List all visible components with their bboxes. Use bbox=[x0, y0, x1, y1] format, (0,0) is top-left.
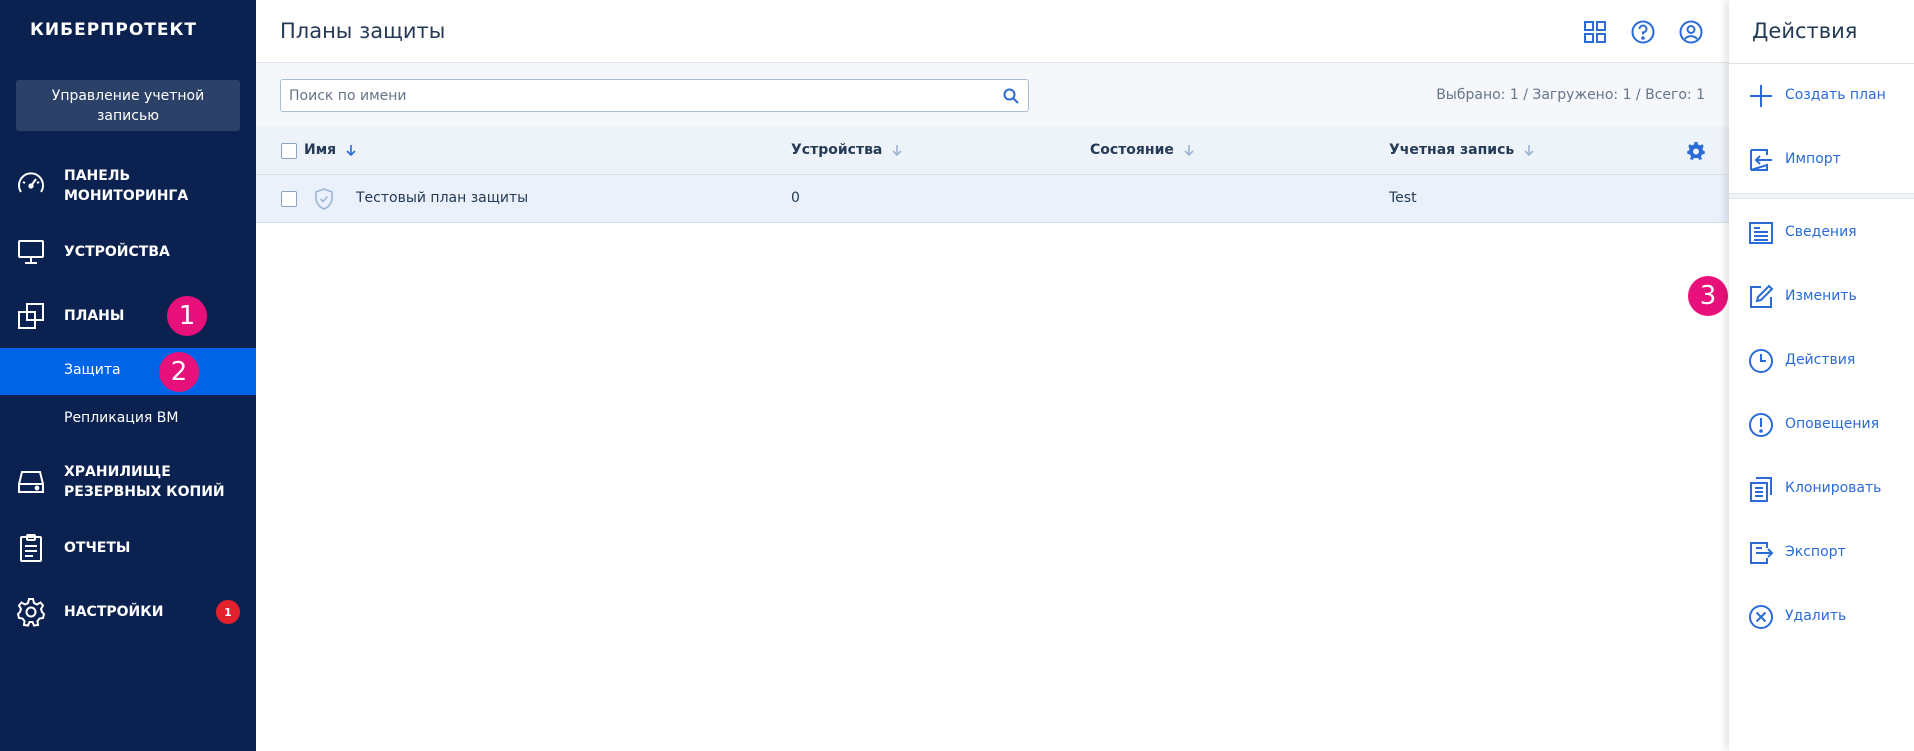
header: Планы защиты bbox=[256, 0, 1729, 63]
logo: КИБЕРПРОТЕКТ bbox=[30, 20, 197, 40]
clock-icon bbox=[1749, 349, 1773, 373]
action-details-label: Сведения bbox=[1785, 224, 1857, 240]
delete-icon bbox=[1749, 605, 1773, 629]
annotation-marker-1: 1 bbox=[167, 296, 207, 336]
nav-reports[interactable]: ОТЧЕТЫ bbox=[0, 532, 256, 564]
action-alerts[interactable]: Оповещения bbox=[1729, 403, 1914, 447]
column-header-devices-label: Устройства bbox=[791, 142, 883, 158]
row-checkbox[interactable] bbox=[281, 191, 297, 207]
apps-grid-icon[interactable] bbox=[1582, 19, 1608, 45]
annotation-marker-3: 3 bbox=[1688, 276, 1728, 316]
toolbar: Выбрано: 1 / Загружено: 1 / Всего: 1 bbox=[256, 63, 1729, 127]
select-all-checkbox[interactable] bbox=[281, 143, 297, 159]
selection-counter: Выбрано: 1 / Загружено: 1 / Всего: 1 bbox=[1436, 87, 1705, 103]
alert-icon bbox=[1749, 413, 1773, 437]
nav-monitoring[interactable]: ПАНЕЛЬ МОНИТОРИНГА bbox=[0, 162, 256, 210]
column-header-status-label: Состояние bbox=[1090, 142, 1174, 158]
search-icon[interactable] bbox=[1002, 87, 1020, 105]
nav-storage[interactable]: ХРАНИЛИЩЕ РЕЗЕРВНЫХ КОПИЙ bbox=[0, 458, 256, 506]
shield-check-icon bbox=[315, 188, 333, 210]
nav-monitoring-label: ПАНЕЛЬ МОНИТОРИНГА bbox=[64, 168, 189, 204]
column-header-account[interactable]: Учетная запись bbox=[1389, 142, 1536, 158]
action-create-plan-label: Создать план bbox=[1785, 87, 1886, 103]
nav-plans-label: ПЛАНЫ bbox=[64, 308, 125, 324]
nav-settings[interactable]: НАСТРОЙКИ 1 bbox=[0, 596, 256, 628]
plans-stack-icon bbox=[18, 303, 44, 329]
nav-devices-label: УСТРОЙСТВА bbox=[64, 244, 170, 260]
actions-panel: Действия Создать план Импорт Сведения Из… bbox=[1729, 0, 1914, 751]
table-header: Имя Устройства Состояние Учетная запись bbox=[256, 127, 1729, 175]
export-icon bbox=[1750, 542, 1774, 564]
action-import-label: Импорт bbox=[1785, 151, 1841, 167]
action-activities-label: Действия bbox=[1785, 352, 1856, 368]
action-create-plan[interactable]: Создать план bbox=[1729, 74, 1914, 118]
column-settings-gear-icon[interactable] bbox=[1686, 141, 1706, 161]
plus-icon bbox=[1750, 85, 1772, 107]
action-import[interactable]: Импорт bbox=[1729, 138, 1914, 182]
sort-arrow-down-icon bbox=[346, 145, 356, 157]
nav-settings-label: НАСТРОЙКИ bbox=[64, 604, 164, 620]
sort-arrow-down-icon bbox=[1524, 145, 1534, 157]
actions-panel-title: Действия bbox=[1752, 19, 1858, 43]
nav-plans-protection-label: Защита bbox=[64, 362, 121, 378]
clipboard-icon bbox=[20, 534, 42, 562]
search-box bbox=[280, 79, 1029, 112]
annotation-marker-2: 2 bbox=[159, 352, 199, 392]
cell-account: Test bbox=[1389, 190, 1417, 206]
action-export-label: Экспорт bbox=[1785, 544, 1846, 560]
action-delete[interactable]: Удалить bbox=[1729, 595, 1914, 639]
nav-plans-vm-replication-label: Репликация ВМ bbox=[64, 410, 179, 426]
column-header-status[interactable]: Состояние bbox=[1090, 142, 1196, 158]
action-details[interactable]: Сведения bbox=[1729, 211, 1914, 255]
cell-devices: 0 bbox=[791, 190, 800, 206]
storage-drive-icon bbox=[18, 471, 44, 493]
monitor-icon bbox=[18, 240, 44, 264]
divider bbox=[1729, 63, 1914, 64]
cell-plan-name: Тестовый план защиты bbox=[356, 190, 529, 206]
column-header-account-label: Учетная запись bbox=[1389, 142, 1515, 158]
action-edit[interactable]: Изменить bbox=[1729, 275, 1914, 319]
account-management-button[interactable]: Управление учетной записью bbox=[16, 80, 240, 131]
action-edit-label: Изменить bbox=[1785, 288, 1857, 304]
sort-arrow-down-icon bbox=[1184, 145, 1194, 157]
settings-notification-badge: 1 bbox=[216, 600, 240, 624]
column-header-name-label: Имя bbox=[304, 142, 337, 158]
divider bbox=[1729, 193, 1914, 199]
gear-icon bbox=[16, 598, 46, 627]
action-clone[interactable]: Клонировать bbox=[1729, 467, 1914, 511]
edit-icon bbox=[1750, 284, 1774, 308]
action-export[interactable]: Экспорт bbox=[1729, 531, 1914, 575]
help-icon[interactable] bbox=[1630, 19, 1656, 45]
details-icon bbox=[1749, 222, 1773, 244]
sidebar: КИБЕРПРОТЕКТ Управление учетной записью … bbox=[0, 0, 256, 751]
column-header-name[interactable]: Имя bbox=[304, 142, 358, 158]
dashboard-gauge-icon bbox=[18, 172, 44, 193]
sort-arrow-down-icon bbox=[892, 145, 902, 157]
nav-plans[interactable]: ПЛАНЫ bbox=[0, 300, 256, 332]
column-header-devices[interactable]: Устройства bbox=[791, 142, 904, 158]
nav-storage-label: ХРАНИЛИЩЕ РЕЗЕРВНЫХ КОПИЙ bbox=[64, 464, 225, 500]
nav-reports-label: ОТЧЕТЫ bbox=[64, 540, 131, 556]
action-alerts-label: Оповещения bbox=[1785, 416, 1880, 432]
page-title: Планы защиты bbox=[280, 19, 446, 43]
nav-plans-protection[interactable]: Защита bbox=[0, 348, 256, 395]
action-clone-label: Клонировать bbox=[1785, 480, 1882, 496]
nav-devices[interactable]: УСТРОЙСТВА bbox=[0, 236, 256, 268]
action-activities[interactable]: Действия bbox=[1729, 339, 1914, 383]
table-row[interactable]: Тестовый план защиты 0 Test bbox=[256, 175, 1729, 223]
search-input[interactable] bbox=[289, 86, 989, 106]
clone-icon bbox=[1750, 477, 1772, 502]
nav-plans-vm-replication[interactable]: Репликация ВМ bbox=[0, 396, 256, 443]
action-delete-label: Удалить bbox=[1785, 608, 1847, 624]
user-account-icon[interactable] bbox=[1678, 19, 1704, 45]
import-icon bbox=[1750, 149, 1772, 171]
